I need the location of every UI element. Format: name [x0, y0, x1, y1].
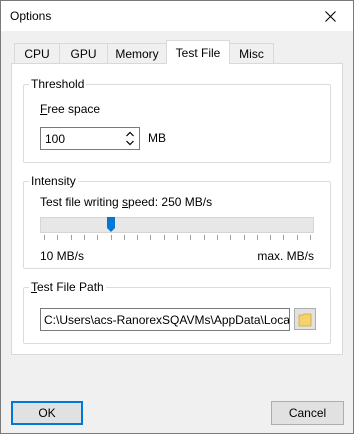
- slider-tick: [83, 235, 85, 240]
- tab-misc[interactable]: Misc: [229, 43, 274, 63]
- slider-tick: [70, 235, 72, 240]
- slider-tick: [243, 235, 245, 240]
- spin-arrows-icon[interactable]: [125, 130, 135, 147]
- slider-tick: [310, 235, 311, 240]
- slider-tick: [177, 235, 178, 240]
- ok-button[interactable]: OK: [11, 401, 83, 425]
- window-title: Options: [10, 9, 52, 23]
- tab-label: Misc: [239, 46, 264, 61]
- tab-label: CPU: [24, 46, 50, 61]
- tab-memory[interactable]: Memory: [107, 43, 167, 63]
- test-file-path-group: Test File Path C:\Users\acs-RanorexSQAVM…: [23, 280, 331, 344]
- options-dialog: Options CPU GPU Memory Test File Misc Th…: [0, 0, 354, 434]
- slider-tick: [216, 235, 218, 240]
- tab-test-file[interactable]: Test File: [166, 40, 230, 64]
- slider-tick: [270, 235, 272, 240]
- free-space-value: 100: [45, 132, 66, 146]
- close-button[interactable]: [307, 1, 353, 31]
- slider-tick: [57, 235, 59, 240]
- close-icon: [324, 10, 336, 22]
- tab-panel-test-file: Threshold Free space 100 MB Intensity Te…: [11, 63, 343, 355]
- intensity-group: Intensity Test file writing speed: 250 M…: [23, 174, 331, 269]
- slider-min-label: 10 MB/s: [40, 249, 85, 263]
- threshold-group-title: Threshold: [29, 77, 87, 91]
- cancel-label: Cancel: [288, 406, 327, 420]
- cancel-button[interactable]: Cancel: [271, 401, 344, 425]
- slider-tick: [190, 235, 192, 240]
- title-bar: Options: [1, 1, 353, 31]
- free-space-label: Free space: [40, 102, 101, 116]
- tab-cpu[interactable]: CPU: [14, 43, 60, 63]
- slider-tick: [123, 235, 125, 240]
- slider-tick: [163, 235, 165, 240]
- slider-tick: [283, 235, 285, 240]
- slider-tick: [44, 235, 45, 240]
- slider-tick: [296, 235, 298, 240]
- test-file-path-group-title: Test File Path: [29, 280, 106, 294]
- slider-tick: [137, 235, 139, 240]
- ok-label: OK: [38, 406, 56, 420]
- tab-label: GPU: [70, 46, 97, 61]
- slider-tick: [230, 235, 232, 240]
- threshold-group: Threshold Free space 100 MB: [23, 77, 331, 163]
- slider-tick: [97, 235, 99, 240]
- intensity-slider[interactable]: [40, 217, 314, 233]
- slider-tick: [203, 235, 205, 240]
- slider-thumb[interactable]: [106, 217, 115, 233]
- tab-gpu[interactable]: GPU: [59, 43, 108, 63]
- slider-tick: [110, 235, 112, 240]
- free-space-spinbox[interactable]: 100: [40, 127, 140, 150]
- free-space-unit: MB: [148, 131, 166, 145]
- tab-label: Memory: [115, 46, 159, 61]
- slider-max-label: max. MB/s: [257, 249, 314, 263]
- browse-folder-button[interactable]: [294, 308, 316, 330]
- intensity-group-title: Intensity: [29, 174, 78, 188]
- writing-speed-label: Test file writing speed: 250 MB/s: [40, 195, 213, 209]
- folder-icon: [298, 313, 312, 326]
- slider-tick: [256, 235, 258, 240]
- tab-label: Test File: [175, 45, 221, 60]
- test-file-path-value: C:\Users\acs-RanorexSQAVMs\AppData\Local: [44, 313, 290, 327]
- slider-tick: [150, 235, 152, 240]
- slider-ticks: [40, 235, 314, 241]
- test-file-path-input[interactable]: C:\Users\acs-RanorexSQAVMs\AppData\Local: [40, 308, 290, 331]
